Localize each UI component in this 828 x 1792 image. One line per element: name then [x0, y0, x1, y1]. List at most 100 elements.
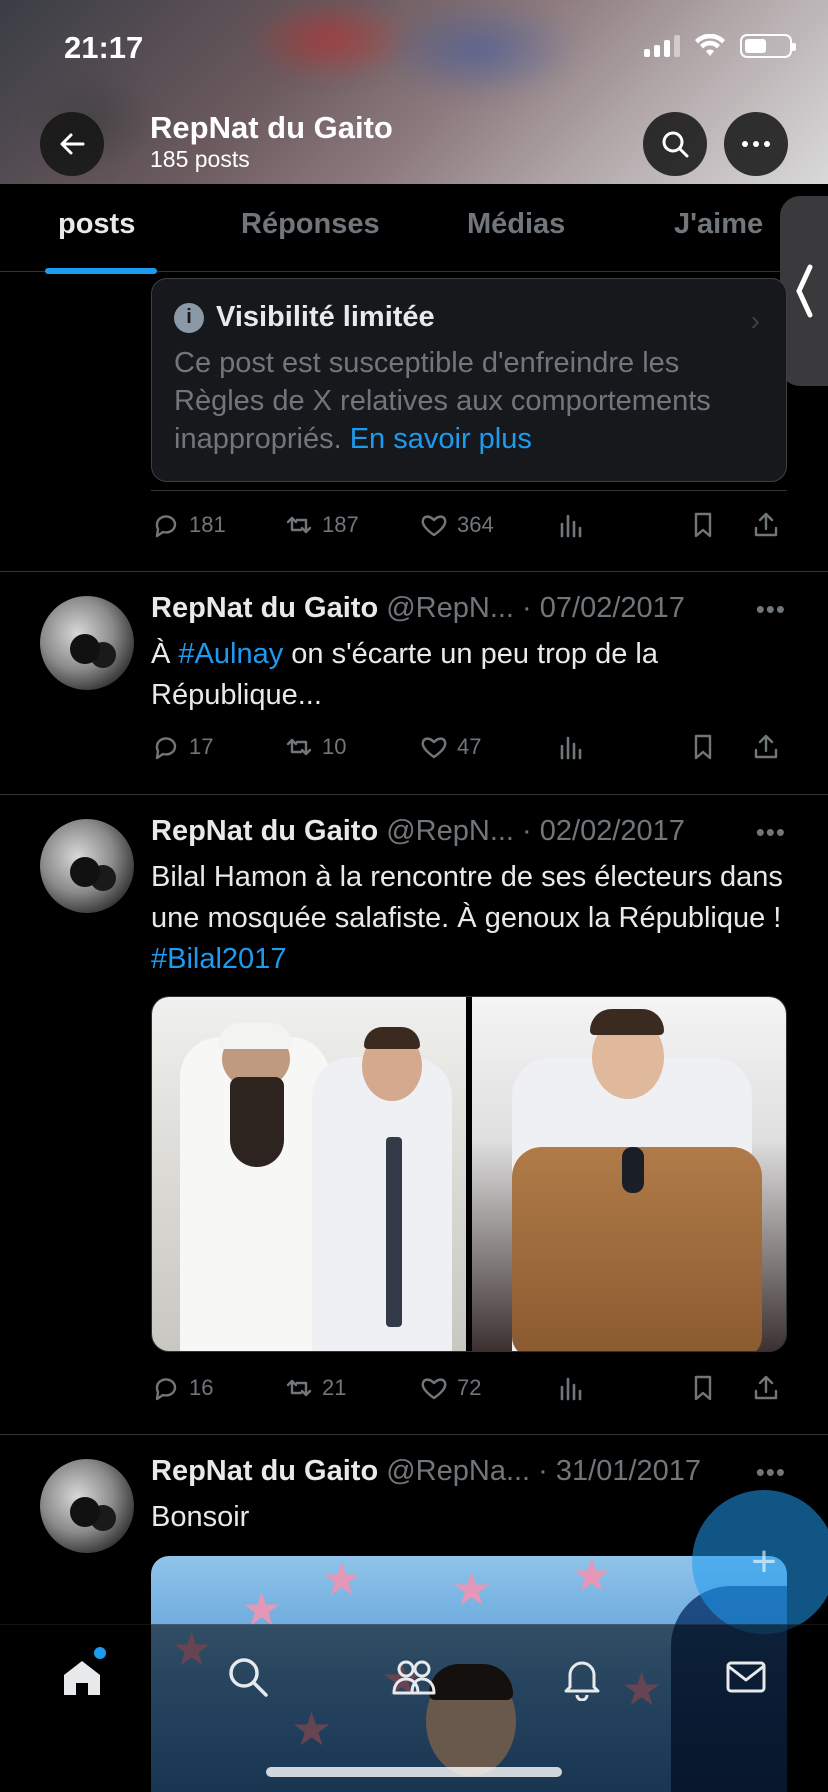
repost-button[interactable]: 21	[284, 1373, 346, 1403]
like-button[interactable]: 47	[419, 732, 481, 762]
bell-icon[interactable]	[558, 1653, 606, 1701]
author-handle-date: @RepN... · 07/02/2017	[386, 592, 685, 624]
divider	[151, 490, 787, 491]
status-time: 21:17	[64, 30, 144, 65]
repost-icon	[286, 516, 312, 534]
repost-count: 21	[322, 1375, 347, 1400]
star-icon: ★	[571, 1556, 613, 1601]
views-icon	[560, 514, 582, 538]
more-horizontal-icon	[742, 141, 770, 147]
search-button[interactable]	[643, 112, 707, 176]
tab-media[interactable]: Médias	[467, 208, 565, 241]
reply-count: 17	[189, 734, 214, 759]
hashtag-link[interactable]: #Bilal2017	[151, 943, 286, 975]
home-icon[interactable]	[58, 1653, 106, 1701]
avatar[interactable]	[40, 1459, 134, 1553]
heart-icon	[421, 1378, 447, 1400]
tweet-text: Bilal Hamon à la rencontre de ses électe…	[151, 861, 783, 975]
reply-button[interactable]: 17	[151, 732, 213, 762]
heart-icon	[421, 515, 447, 537]
author-name[interactable]: RepNat du Gaito	[151, 1455, 378, 1487]
wifi-icon	[695, 34, 725, 56]
reply-icon	[155, 515, 177, 538]
star-icon: ★	[321, 1556, 363, 1605]
media-photo[interactable]	[152, 997, 466, 1351]
views-button[interactable]	[556, 1373, 586, 1403]
repost-icon	[286, 738, 312, 756]
profile-name: RepNat du Gaito	[150, 110, 393, 145]
back-button[interactable]	[40, 112, 104, 176]
profile-tabs: posts Réponses Médias J'aime	[0, 184, 828, 274]
repost-button[interactable]: 10	[284, 732, 346, 762]
reply-button[interactable]: 16	[151, 1373, 213, 1403]
repost-count: 187	[322, 512, 359, 537]
tweet[interactable]: RepNat du Gaito @RepN... · 07/02/2017 ••…	[0, 572, 828, 795]
star-icon: ★	[451, 1563, 493, 1615]
tweet-text: À #Aulnay on s'écarte un peu trop de la …	[151, 638, 658, 711]
share-button[interactable]	[751, 1373, 781, 1403]
author-handle-date: @RepNa... · 31/01/2017	[386, 1455, 702, 1487]
bookmark-icon	[694, 1375, 712, 1401]
tab-likes[interactable]: J'aime	[674, 208, 763, 241]
arrow-left-icon	[60, 133, 85, 155]
avatar[interactable]	[40, 596, 134, 690]
like-button[interactable]: 72	[419, 1373, 481, 1403]
share-icon	[754, 734, 778, 759]
bookmark-icon	[694, 734, 712, 760]
reply-button[interactable]: 181	[151, 510, 226, 540]
author-name[interactable]: RepNat du Gaito	[151, 815, 378, 847]
more-icon[interactable]: •••	[756, 817, 786, 848]
views-button[interactable]	[556, 732, 586, 762]
like-count: 47	[457, 734, 482, 759]
more-button[interactable]	[724, 112, 788, 176]
reply-icon	[155, 737, 177, 760]
signal-icon	[644, 35, 680, 57]
tweet-media-grid[interactable]	[151, 996, 787, 1352]
mail-icon[interactable]	[722, 1653, 770, 1701]
repost-button[interactable]: 187	[284, 510, 359, 540]
views-button[interactable]	[556, 510, 586, 540]
bookmark-button[interactable]	[688, 732, 718, 762]
repost-icon	[286, 1379, 312, 1397]
tweet-limited[interactable]: i Visibilité limitée Ce post est suscept…	[0, 272, 828, 572]
limited-visibility-notice[interactable]: i Visibilité limitée Ce post est suscept…	[151, 278, 787, 482]
status-icons	[644, 34, 796, 58]
bookmark-button[interactable]	[688, 1373, 718, 1403]
reply-count: 16	[189, 1375, 214, 1400]
posts-count: 185 posts	[150, 146, 250, 172]
repost-count: 10	[322, 734, 347, 759]
info-icon: i	[174, 302, 204, 333]
hashtag-link[interactable]: #Aulnay	[178, 638, 283, 670]
heart-icon	[421, 737, 447, 759]
bookmark-button[interactable]	[688, 510, 718, 540]
tweet-text: Bonsoir	[151, 1501, 250, 1533]
share-button[interactable]	[751, 510, 781, 540]
share-icon	[754, 1375, 778, 1400]
more-icon[interactable]: •••	[756, 594, 786, 625]
media-photo[interactable]	[472, 997, 786, 1351]
battery-icon	[740, 34, 796, 58]
communities-icon[interactable]	[390, 1653, 438, 1701]
views-icon	[560, 736, 582, 760]
profile-header: 21:17 RepNat du Gaito 185 posts	[0, 0, 828, 184]
notification-dot	[94, 1647, 106, 1659]
share-button[interactable]	[751, 732, 781, 762]
chevron-right-icon: ›	[750, 305, 760, 336]
views-icon	[560, 1377, 582, 1401]
bookmark-icon	[694, 512, 712, 538]
author-name[interactable]: RepNat du Gaito	[151, 592, 378, 624]
search-icon[interactable]	[224, 1653, 272, 1701]
learn-more-link[interactable]: En savoir plus	[350, 423, 532, 455]
share-icon	[754, 512, 778, 537]
author-handle-date: @RepN... · 02/02/2017	[386, 815, 685, 847]
search-icon	[662, 131, 689, 158]
notice-title: Visibilité limitée	[216, 301, 435, 333]
more-icon[interactable]: •••	[756, 1457, 786, 1488]
like-button[interactable]: 364	[419, 510, 494, 540]
bottom-nav	[0, 1624, 828, 1792]
tab-posts[interactable]: posts	[58, 208, 135, 241]
reply-count: 181	[189, 512, 226, 537]
avatar[interactable]	[40, 819, 134, 913]
compose-button[interactable]: +	[692, 1490, 828, 1634]
tab-replies[interactable]: Réponses	[241, 208, 380, 241]
